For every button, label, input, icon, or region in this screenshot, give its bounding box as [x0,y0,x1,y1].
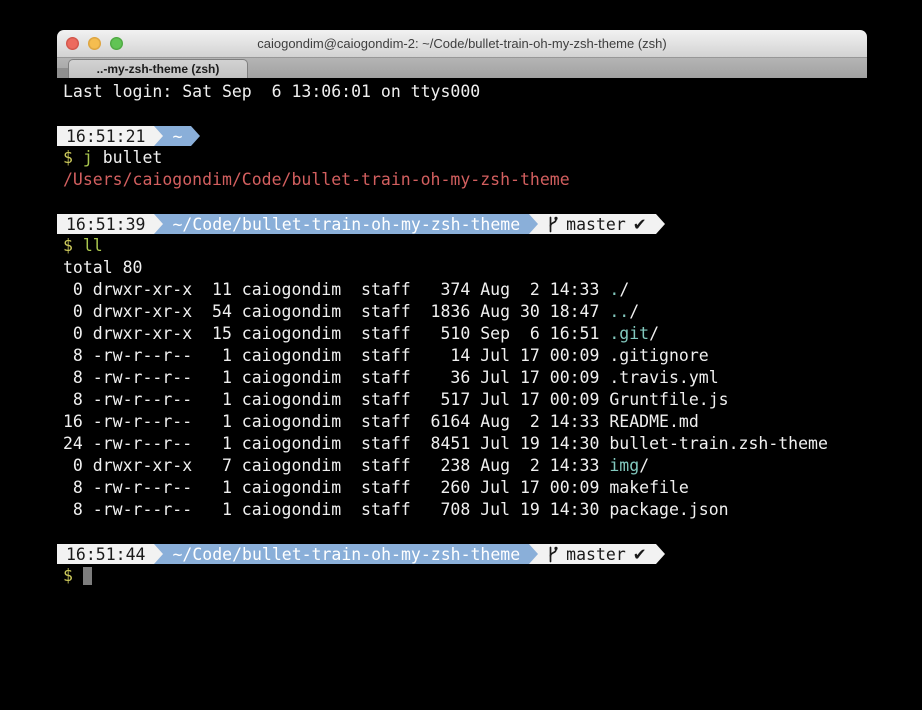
terminal-window: caiogondim@caiogondim-2: ~/Code/bullet-t… [57,30,867,710]
file-name: Gruntfile.js [609,390,728,409]
prompt-git-segment: master ✔ [538,214,655,234]
prompt-symbol: $ [63,566,73,585]
powerline-arrow-icon [656,214,665,234]
ls-row: 16 -rw-r--r-- 1 caiogondim staff 6164 Au… [63,411,859,433]
prompt-line-2: 16:51:39 ~/Code/bullet-train-oh-my-zsh-t… [57,213,859,235]
git-branch-icon [547,216,559,233]
prompt-directory: ~ [163,126,191,146]
ls-row: 0 drwxr-xr-x 11 caiogondim staff 374 Aug… [63,279,859,301]
prompt-line-1: 16:51:21 ~ [57,125,859,147]
powerline-arrow-icon [154,126,163,146]
title-bar[interactable]: caiogondim@caiogondim-2: ~/Code/bullet-t… [57,30,867,58]
prompt-symbol: $ [63,148,73,167]
last-login-line: Last login: Sat Sep 6 13:06:01 on ttys00… [63,81,859,103]
prompt-line-3: 16:51:44 ~/Code/bullet-train-oh-my-zsh-t… [57,543,859,565]
ls-row: 8 -rw-r--r-- 1 caiogondim staff 36 Jul 1… [63,367,859,389]
powerline-arrow-icon [191,126,200,146]
blank-line [63,103,859,125]
blank-line [63,191,859,213]
powerline-arrow-icon [154,544,163,564]
powerline-arrow-icon [154,214,163,234]
jump-output-path: /Users/caiogondim/Code/bullet-train-oh-m… [63,169,859,191]
powerline-arrow-icon [529,544,538,564]
terminal-cursor [83,567,92,585]
prompt-time: 16:51:39 [57,214,154,234]
prompt-directory: ~/Code/bullet-train-oh-my-zsh-theme [163,544,529,564]
powerline-arrow-icon [529,214,538,234]
git-branch-name: master [566,215,626,234]
command-args: bullet [93,148,163,167]
ls-row: 0 drwxr-xr-x 15 caiogondim staff 510 Sep… [63,323,859,345]
tab-bar: ..-my-zsh-theme (zsh) [57,58,867,79]
ls-row: 8 -rw-r--r-- 1 caiogondim staff 708 Jul … [63,499,859,521]
blank-line [63,521,859,543]
ls-row: 8 -rw-r--r-- 1 caiogondim staff 14 Jul 1… [63,345,859,367]
command-line-2: $ ll [63,235,859,257]
window-title: caiogondim@caiogondim-2: ~/Code/bullet-t… [57,30,867,57]
powerline-arrow-icon [656,544,665,564]
command-text: j [73,148,93,167]
ls-row: 8 -rw-r--r-- 1 caiogondim staff 517 Jul … [63,389,859,411]
directory-name: . [609,280,619,299]
directory-name: .git [609,324,649,343]
git-clean-check-icon: ✔ [633,215,647,234]
ls-row: 8 -rw-r--r-- 1 caiogondim staff 260 Jul … [63,477,859,499]
file-name: package.json [609,500,728,519]
tab-bar-corner [57,68,68,78]
file-name: .travis.yml [609,368,718,387]
prompt-time: 16:51:21 [57,126,154,146]
file-name: README.md [609,412,698,431]
command-text: ll [73,236,103,255]
prompt-directory: ~/Code/bullet-train-oh-my-zsh-theme [163,214,529,234]
ls-row: 0 drwxr-xr-x 54 caiogondim staff 1836 Au… [63,301,859,323]
directory-name: img [609,456,639,475]
ls-total-line: total 80 [63,257,859,279]
git-clean-check-icon: ✔ [633,545,647,564]
git-branch-icon [547,546,559,563]
file-name: makefile [609,478,688,497]
directory-name: .. [609,302,629,321]
tab-shell[interactable]: ..-my-zsh-theme (zsh) [68,59,248,78]
prompt-git-segment: master ✔ [538,544,655,564]
terminal-screen[interactable]: Last login: Sat Sep 6 13:06:01 on ttys00… [57,78,867,710]
command-line-3[interactable]: $ [63,565,859,587]
prompt-time: 16:51:44 [57,544,154,564]
command-line-1: $ j bullet [63,147,859,169]
ls-row: 0 drwxr-xr-x 7 caiogondim staff 238 Aug … [63,455,859,477]
ls-row: 24 -rw-r--r-- 1 caiogondim staff 8451 Ju… [63,433,859,455]
git-branch-name: master [566,545,626,564]
prompt-symbol: $ [63,236,73,255]
file-name: .gitignore [609,346,708,365]
file-name: bullet-train.zsh-theme [609,434,828,453]
